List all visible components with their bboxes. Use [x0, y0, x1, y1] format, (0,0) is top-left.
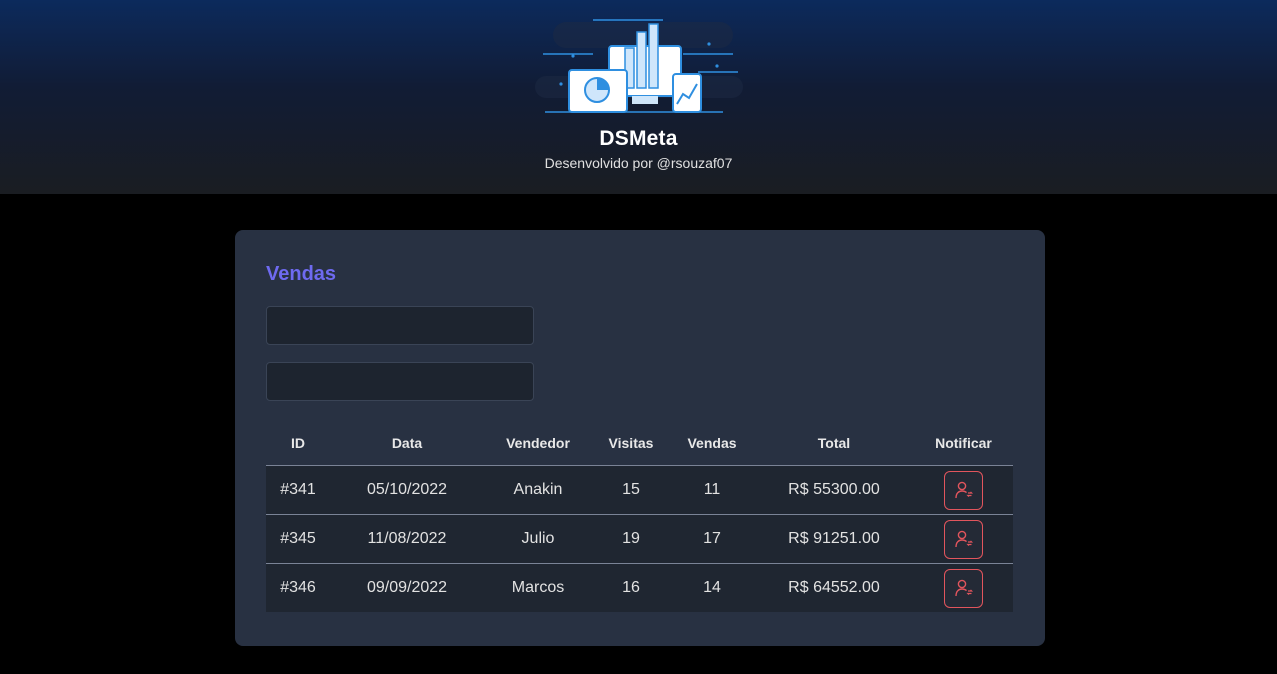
cell-seller: Marcos [484, 563, 592, 612]
cell-total: R$ 91251.00 [754, 514, 914, 564]
cell-notify [914, 514, 1013, 564]
column-header-notify: Notificar [914, 421, 1013, 466]
table-row: #346 09/09/2022 Marcos 16 14 R$ 64552.00 [266, 563, 1013, 612]
cell-deals: 14 [670, 563, 754, 612]
user-notify-icon [954, 530, 973, 548]
user-notify-icon [954, 579, 973, 597]
end-date-input[interactable] [266, 362, 534, 401]
sales-table: ID Data Vendedor Visitas Vendas Total No… [266, 421, 1013, 612]
user-notify-icon [954, 481, 973, 499]
column-header-visits: Visitas [592, 421, 670, 466]
cell-deals: 17 [670, 514, 754, 564]
table-header-row: ID Data Vendedor Visitas Vendas Total No… [266, 421, 1013, 466]
dashboard-logo-icon [535, 19, 743, 113]
sales-card: Vendas ID Data Vendedor Visitas Vendas T… [235, 230, 1045, 646]
column-header-deals: Vendas [670, 421, 754, 466]
header: DSMeta Desenvolvido por @rsouzaf07 [0, 0, 1277, 194]
cell-date: 05/10/2022 [330, 465, 484, 515]
start-date-input[interactable] [266, 306, 534, 345]
app-title: DSMeta [599, 127, 678, 150]
cell-notify [914, 465, 1013, 515]
notify-button[interactable] [944, 519, 983, 559]
column-header-date: Data [330, 421, 484, 466]
cell-visits: 15 [592, 465, 670, 515]
cell-notify [914, 563, 1013, 612]
cell-deals: 11 [670, 465, 754, 515]
table-row: #341 05/10/2022 Anakin 15 11 R$ 55300.00 [266, 465, 1013, 515]
cell-seller: Julio [484, 514, 592, 564]
sales-title: Vendas [266, 263, 337, 285]
cell-total: R$ 64552.00 [754, 563, 914, 612]
cell-date: 11/08/2022 [330, 514, 484, 564]
cell-date: 09/09/2022 [330, 563, 484, 612]
column-header-id: ID [266, 421, 330, 466]
table-row: #345 11/08/2022 Julio 19 17 R$ 91251.00 [266, 514, 1013, 564]
column-header-total: Total [754, 421, 914, 466]
cell-id: #345 [266, 514, 330, 564]
cell-id: #346 [266, 563, 330, 612]
cell-id: #341 [266, 465, 330, 515]
cell-seller: Anakin [484, 465, 592, 515]
notify-button[interactable] [944, 470, 983, 510]
cell-visits: 19 [592, 514, 670, 564]
cell-total: R$ 55300.00 [754, 465, 914, 515]
column-header-seller: Vendedor [484, 421, 592, 466]
notify-button[interactable] [944, 568, 983, 608]
cell-visits: 16 [592, 563, 670, 612]
app-subtitle: Desenvolvido por @rsouzaf07 [544, 155, 733, 171]
